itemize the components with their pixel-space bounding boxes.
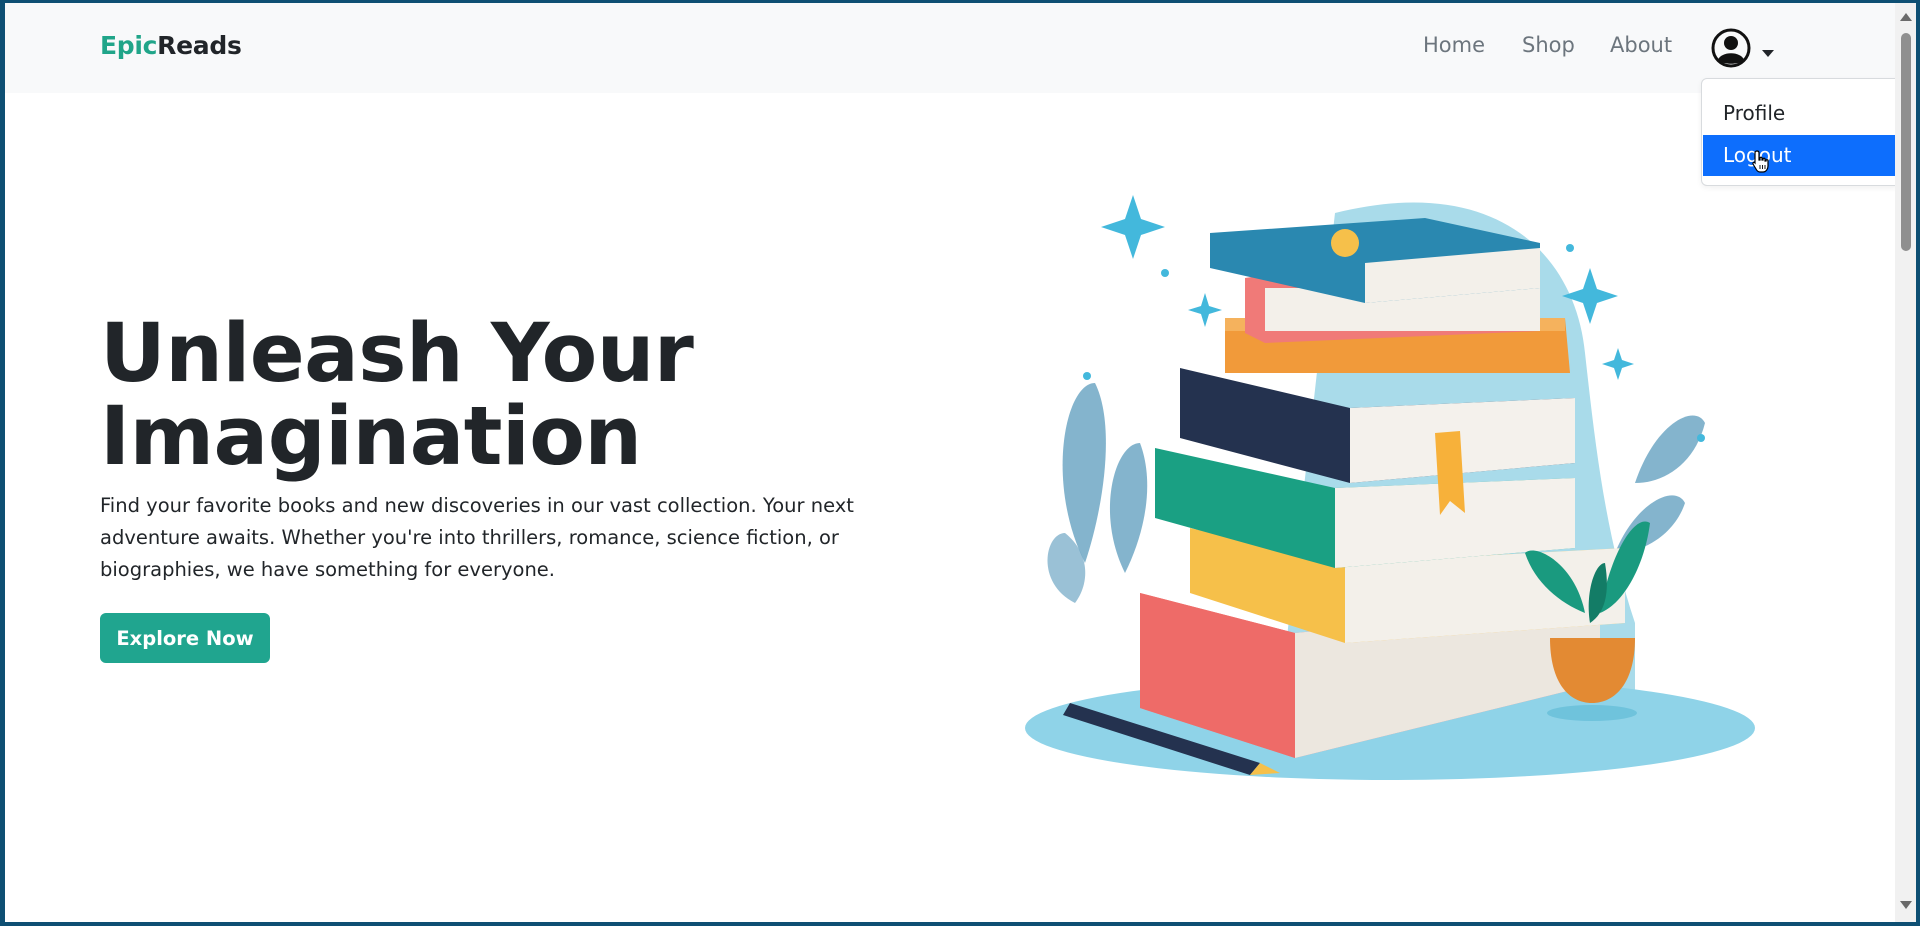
nav-about[interactable]: About bbox=[1610, 33, 1672, 57]
scrollbar-thumb[interactable] bbox=[1901, 33, 1911, 251]
book-stack-illustration bbox=[1025, 195, 1755, 780]
user-circle-icon bbox=[1711, 28, 1751, 68]
brand-part-reads: Reads bbox=[157, 31, 242, 60]
scroll-down-arrow-icon[interactable] bbox=[1900, 901, 1912, 909]
hand-pointer-cursor-icon bbox=[1752, 150, 1769, 173]
nav-home[interactable]: Home bbox=[1423, 33, 1485, 57]
browser-window: EpicReads Home Shop About Profile Logout… bbox=[5, 3, 1916, 922]
hero-title-line2: Imagination bbox=[100, 390, 642, 484]
caret-down-icon bbox=[1762, 50, 1774, 57]
hero-description: Find your favorite books and new discove… bbox=[100, 494, 854, 581]
hero-title: Unleash Your Imagination bbox=[100, 313, 800, 479]
user-menu-toggle[interactable] bbox=[1710, 27, 1776, 69]
navbar: EpicReads Home Shop About bbox=[5, 3, 1895, 93]
brand-part-epic: Epic bbox=[100, 31, 158, 60]
explore-now-button[interactable]: Explore Now bbox=[100, 613, 270, 663]
hero-title-line1: Unleash Your bbox=[100, 307, 694, 401]
brand-logo[interactable]: EpicReads bbox=[100, 31, 242, 60]
user-dropdown-menu: Profile Logout bbox=[1701, 78, 1903, 186]
dropdown-item-logout[interactable]: Logout bbox=[1703, 135, 1897, 176]
dropdown-item-profile[interactable]: Profile bbox=[1703, 93, 1897, 134]
nav-shop[interactable]: Shop bbox=[1522, 33, 1575, 57]
vertical-scrollbar[interactable] bbox=[1895, 3, 1916, 922]
scroll-up-arrow-icon[interactable] bbox=[1900, 13, 1912, 21]
